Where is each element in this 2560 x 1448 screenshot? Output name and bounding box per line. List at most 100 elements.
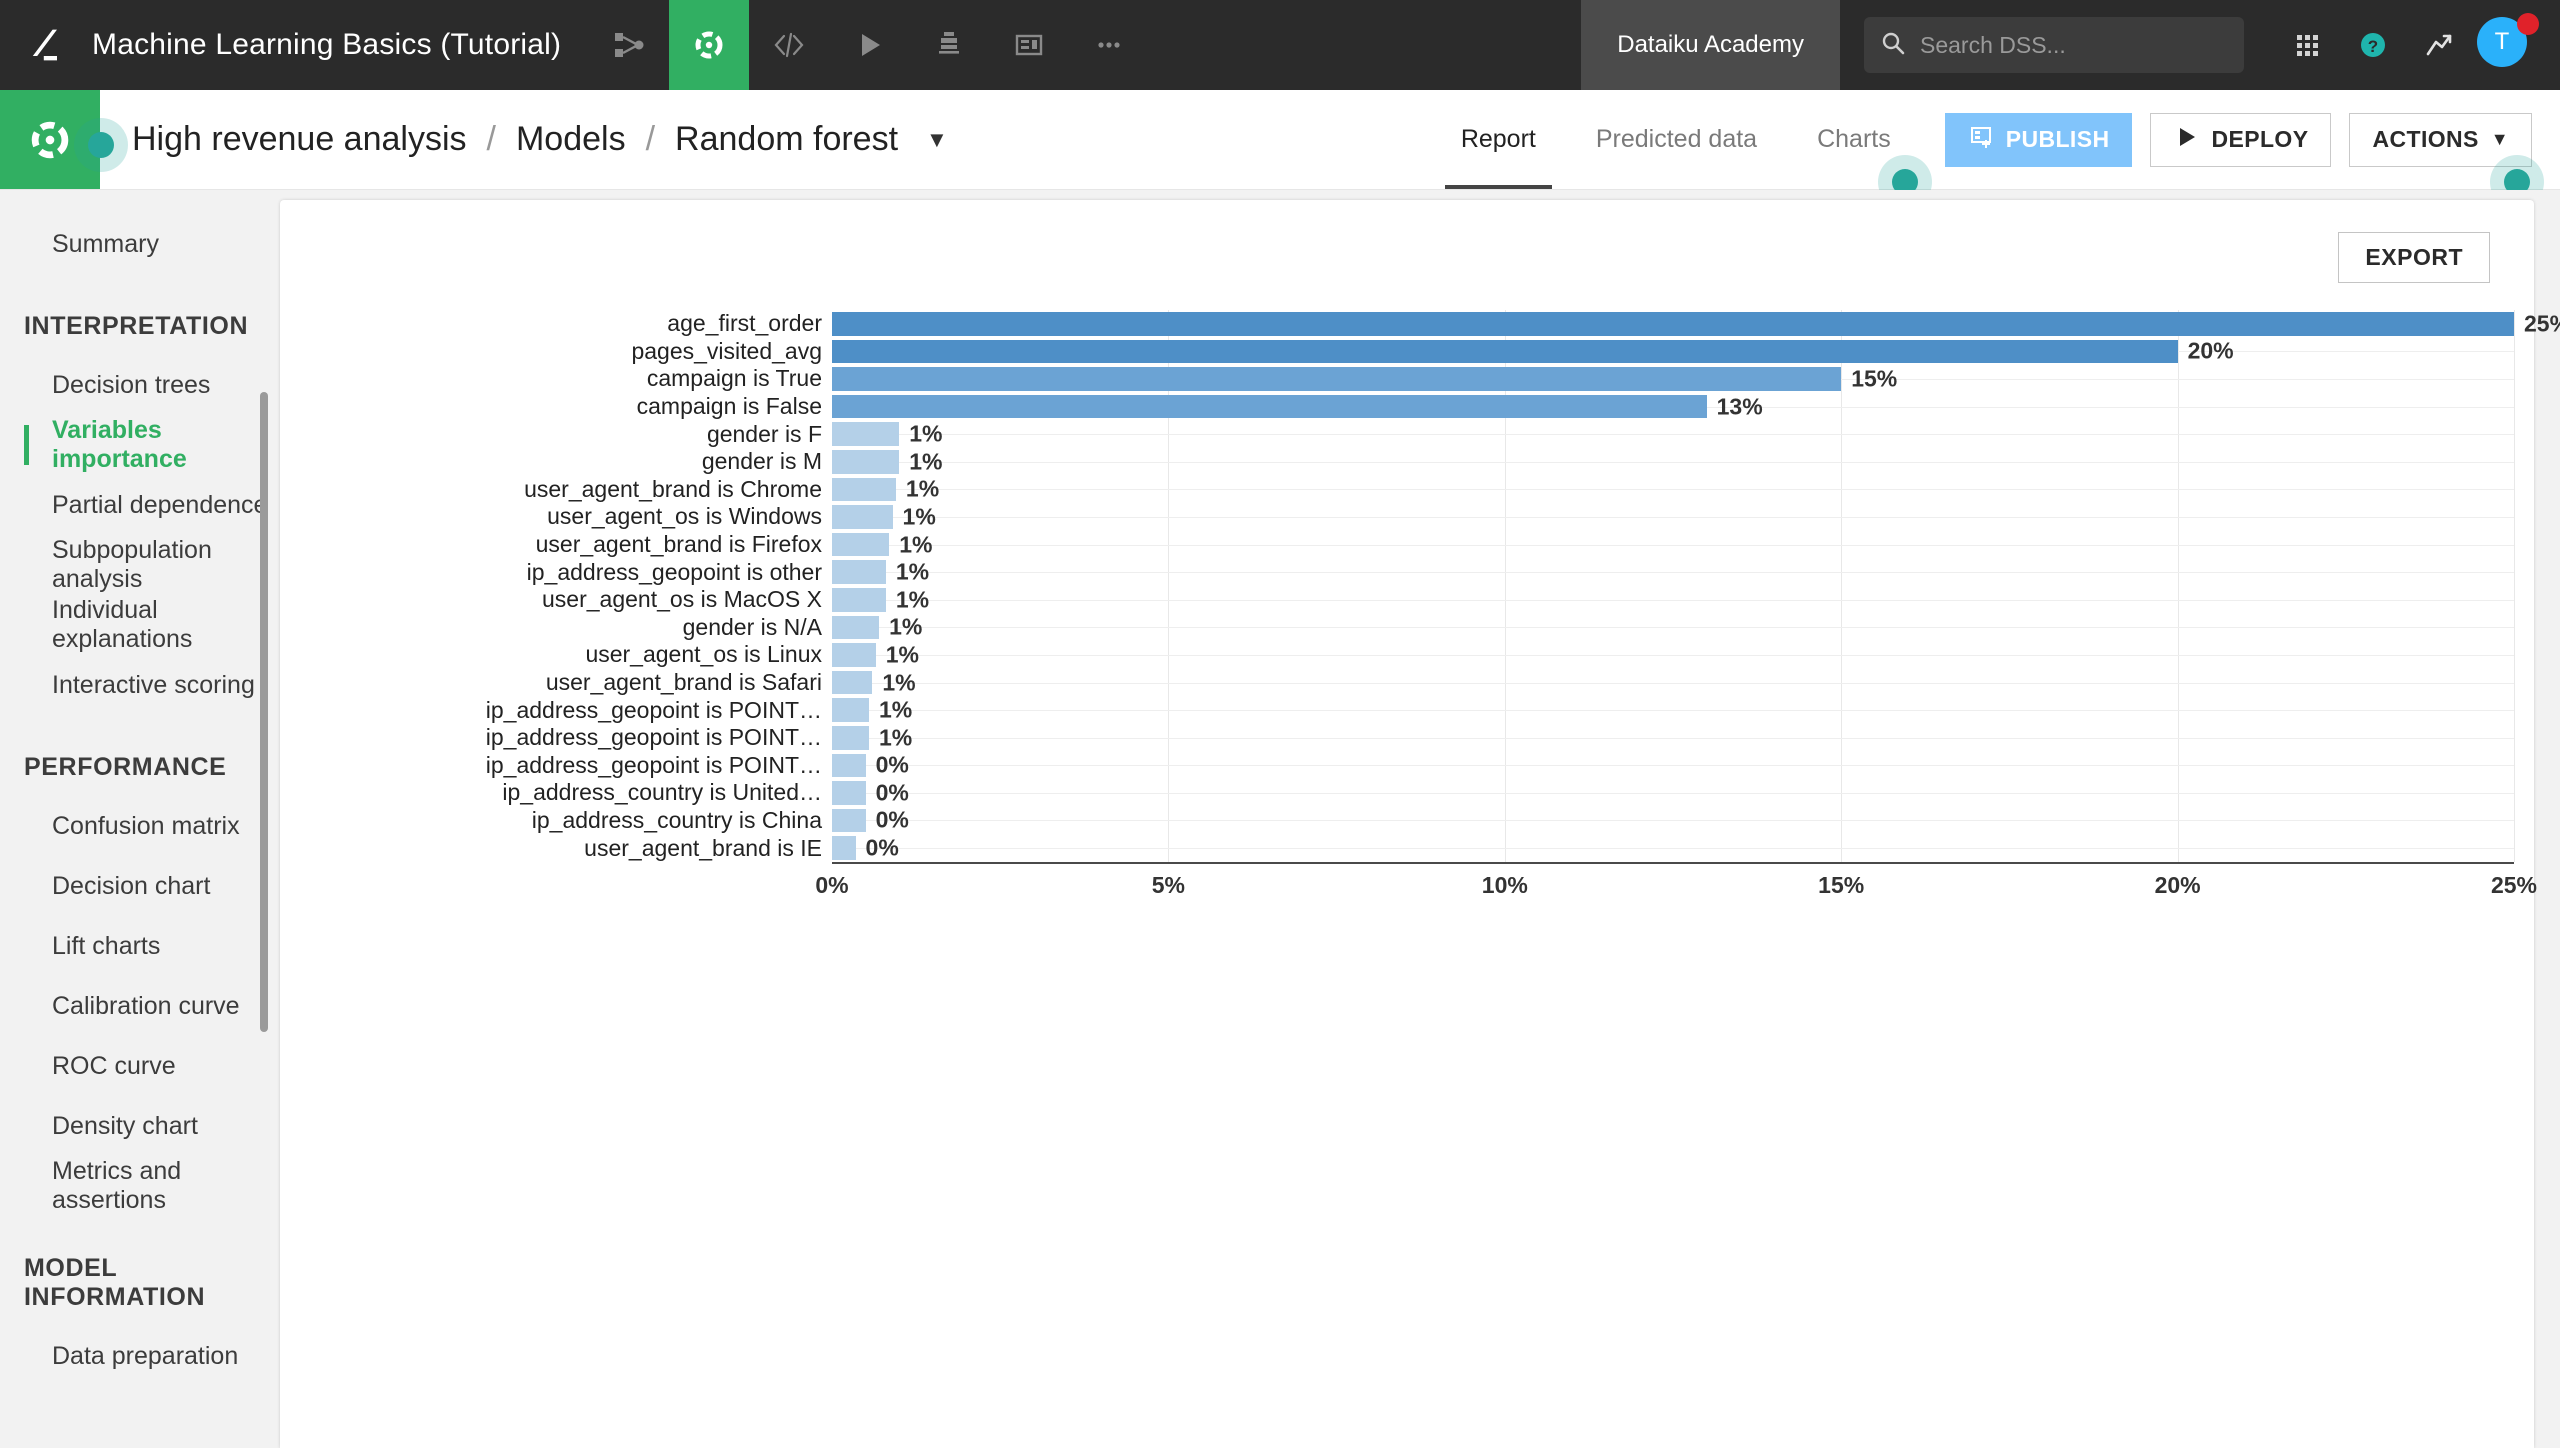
breadcrumb-item-models[interactable]: Models bbox=[514, 120, 628, 159]
chart-bar[interactable] bbox=[832, 477, 896, 502]
chart-bar-value: 1% bbox=[909, 420, 943, 447]
chart-bar-row[interactable]: user_agent_os is Windows 1% bbox=[280, 503, 2514, 531]
chart-bar-area: 0% bbox=[832, 834, 2514, 862]
code-icon[interactable] bbox=[749, 0, 829, 90]
chart-bar-row[interactable]: ip_address_geopoint is POINT… 1% bbox=[280, 696, 2514, 724]
breadcrumb-item-analysis[interactable]: High revenue analysis bbox=[130, 120, 469, 159]
chart-bar-row[interactable]: user_agent_brand is Safari 1% bbox=[280, 669, 2514, 697]
chart-bar-row[interactable]: ip_address_geopoint is POINT… 1% bbox=[280, 724, 2514, 752]
chart-bar-row[interactable]: user_agent_brand is IE 0% bbox=[280, 834, 2514, 862]
tab-report[interactable]: Report bbox=[1431, 90, 1566, 189]
flow-icon[interactable] bbox=[589, 0, 669, 90]
chart-bar[interactable] bbox=[832, 312, 2514, 336]
chart-bar-value: 1% bbox=[889, 613, 923, 640]
sidebar-item-individual-explanations[interactable]: Individual explanations bbox=[0, 595, 272, 655]
chart-bar-value: 1% bbox=[879, 724, 913, 751]
export-button[interactable]: EXPORT bbox=[2338, 232, 2490, 283]
chart-bar[interactable] bbox=[832, 670, 873, 695]
sidebar-item-partial-dependence[interactable]: Partial dependence bbox=[0, 475, 272, 535]
chart-bar[interactable] bbox=[832, 753, 866, 778]
chart-row-baseline bbox=[832, 820, 2514, 822]
chart-bar-row[interactable]: ip_address_country is China 0% bbox=[280, 807, 2514, 835]
chart-bar-row[interactable]: ip_address_geopoint is other 1% bbox=[280, 558, 2514, 586]
sidebar-item-summary[interactable]: Summary bbox=[0, 214, 272, 274]
sidebar-item-lift-charts[interactable]: Lift charts bbox=[0, 916, 272, 976]
tab-predicted-data[interactable]: Predicted data bbox=[1566, 90, 1787, 189]
chart-bar-row[interactable]: ip_address_geopoint is POINT… 0% bbox=[280, 752, 2514, 780]
chart-bar[interactable] bbox=[832, 560, 886, 584]
chart-bar[interactable] bbox=[832, 643, 876, 667]
sidebar-item-data-preparation[interactable]: Data preparation bbox=[0, 1326, 272, 1386]
chart-bar-label: gender is N/A bbox=[682, 613, 822, 640]
chart-bar-area: 1% bbox=[832, 641, 2514, 669]
sidebar-item-density-chart[interactable]: Density chart bbox=[0, 1096, 272, 1156]
chart-bar[interactable] bbox=[832, 394, 1707, 419]
chart-bar[interactable] bbox=[832, 339, 2178, 364]
chart-bar[interactable] bbox=[832, 781, 866, 805]
search-input[interactable] bbox=[1920, 31, 2228, 59]
chart-gridline bbox=[2514, 310, 2515, 862]
chevron-down-icon[interactable]: ▼ bbox=[926, 127, 948, 153]
topbar-right-icons: ? T bbox=[2244, 0, 2560, 90]
lab-icon[interactable] bbox=[669, 0, 750, 90]
chart-bar-label: user_agent_brand is IE bbox=[584, 834, 822, 861]
sidebar-item-confusion-matrix[interactable]: Confusion matrix bbox=[0, 796, 272, 856]
chart-bar[interactable] bbox=[832, 698, 869, 722]
project-title[interactable]: Machine Learning Basics (Tutorial) bbox=[92, 0, 589, 90]
chart-bar-row[interactable]: age_first_order 25% bbox=[280, 310, 2560, 338]
chart-bar[interactable] bbox=[832, 505, 893, 529]
deploy-button[interactable]: DEPLOY bbox=[2150, 112, 2332, 167]
more-icon[interactable] bbox=[1069, 0, 1149, 90]
search-box[interactable] bbox=[1864, 17, 2244, 73]
publish-button[interactable]: PUBLISH bbox=[1944, 112, 2133, 167]
sidebar-section-model-information: MODEL INFORMATION bbox=[24, 1254, 206, 1311]
chart-bar-area: 0% bbox=[832, 779, 2514, 807]
jobs-play-icon[interactable] bbox=[829, 0, 909, 90]
chart-row-baseline bbox=[832, 737, 2514, 739]
chart-bar-row[interactable]: user_agent_brand is Chrome 1% bbox=[280, 476, 2514, 504]
chart-bar-row[interactable]: gender is M 1% bbox=[280, 448, 2514, 476]
user-avatar[interactable]: T bbox=[2472, 0, 2539, 90]
chart-bar-row[interactable]: gender is F 1% bbox=[280, 420, 2514, 448]
chart-bar-row[interactable]: user_agent_os is MacOS X 1% bbox=[280, 586, 2514, 614]
chart-bar-label: user_agent_os is MacOS X bbox=[542, 586, 822, 613]
sidebar-scrollbar[interactable] bbox=[260, 392, 268, 1032]
chart-bar[interactable] bbox=[832, 422, 900, 446]
model-sidebar: Summary INTERPRETATION Decision trees Va… bbox=[0, 190, 272, 1448]
chart-bar[interactable] bbox=[832, 449, 900, 474]
sidebar-item-interactive-scoring[interactable]: Interactive scoring bbox=[0, 655, 272, 715]
automation-icon[interactable] bbox=[909, 0, 989, 90]
chart-bar-row[interactable]: pages_visited_avg 20% bbox=[280, 338, 2514, 366]
sidebar-item-calibration-curve[interactable]: Calibration curve bbox=[0, 976, 272, 1036]
chart-bar-row[interactable]: user_agent_os is Linux 1% bbox=[280, 641, 2514, 669]
dashboards-icon[interactable] bbox=[989, 0, 1069, 90]
chart-bar-row[interactable]: user_agent_brand is Firefox 1% bbox=[280, 531, 2514, 559]
dataiku-logo-icon[interactable] bbox=[0, 0, 92, 90]
sidebar-item-decision-trees[interactable]: Decision trees bbox=[0, 355, 272, 415]
trending-icon[interactable] bbox=[2406, 0, 2472, 90]
chart-bar-row[interactable]: campaign is True 15% bbox=[280, 365, 2514, 393]
chart-bar-row[interactable]: campaign is False 13% bbox=[280, 393, 2514, 421]
tutorial-hint-pulse-sidebar[interactable] bbox=[74, 118, 128, 172]
breadcrumb-item-model[interactable]: Random forest bbox=[673, 120, 900, 159]
sidebar-item-subpopulation-analysis[interactable]: Subpopulation analysis bbox=[0, 535, 272, 595]
sidebar-item-decision-chart[interactable]: Decision chart bbox=[0, 856, 272, 916]
dataiku-academy-button[interactable]: Dataiku Academy bbox=[1581, 0, 1840, 90]
chart-bar[interactable] bbox=[832, 725, 869, 750]
apps-grid-icon[interactable] bbox=[2274, 0, 2340, 90]
chart-bar[interactable] bbox=[832, 532, 890, 557]
sidebar-item-roc-curve[interactable]: ROC curve bbox=[0, 1036, 272, 1096]
chart-bar[interactable] bbox=[832, 836, 856, 860]
chart-bar[interactable] bbox=[832, 587, 886, 612]
chart-bar[interactable] bbox=[832, 808, 866, 833]
top-navigation-bar: Machine Learning Basics (Tutorial) Datai… bbox=[0, 0, 2560, 90]
chart-bar-label: user_agent_brand is Chrome bbox=[524, 475, 822, 502]
help-icon[interactable]: ? bbox=[2340, 0, 2406, 90]
sidebar-item-variables-importance[interactable]: Variables importance bbox=[0, 415, 272, 475]
sidebar-item-metrics-and-assertions[interactable]: Metrics and assertions bbox=[0, 1156, 272, 1216]
chart-bar-row[interactable]: ip_address_country is United… 0% bbox=[280, 779, 2514, 807]
notification-dot bbox=[2517, 13, 2539, 35]
chart-bar-row[interactable]: gender is N/A 1% bbox=[280, 614, 2514, 642]
chart-bar[interactable] bbox=[832, 367, 1842, 391]
chart-bar[interactable] bbox=[832, 615, 880, 640]
